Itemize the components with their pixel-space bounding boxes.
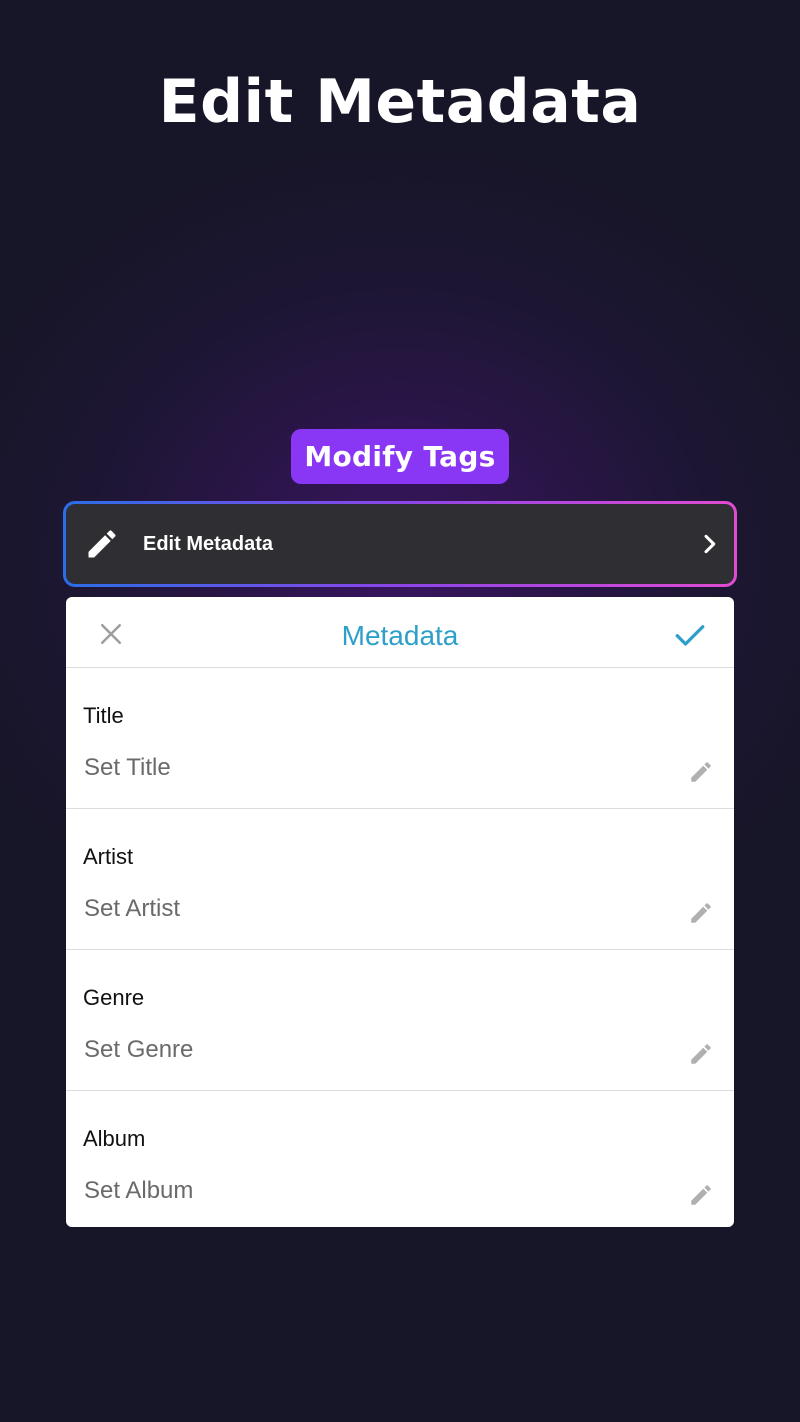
edit-metadata-label: Edit Metadata — [143, 533, 274, 555]
chevron-right-icon — [704, 534, 716, 554]
check-icon[interactable] — [672, 617, 708, 653]
edit-pencil-icon[interactable] — [688, 1041, 714, 1067]
edit-pencil-icon[interactable] — [688, 900, 714, 926]
title-input[interactable] — [84, 754, 664, 782]
edit-metadata-row[interactable]: Edit Metadata — [66, 504, 734, 584]
edit-pencil-icon[interactable] — [688, 1182, 714, 1208]
genre-field: Genre — [66, 950, 734, 1091]
edit-metadata-row-frame: Edit Metadata — [63, 501, 737, 587]
genre-label: Genre — [83, 985, 145, 1010]
dialog-title: Metadata — [341, 620, 459, 651]
title-label: Title — [83, 703, 124, 728]
metadata-dialog: Metadata Title Artist Genre Album — [66, 597, 734, 1227]
artist-field: Artist — [66, 809, 734, 950]
pencil-icon — [88, 530, 116, 558]
album-input[interactable] — [84, 1177, 664, 1205]
album-label: Album — [83, 1126, 146, 1151]
modify-tags-badge: Modify Tags — [291, 429, 509, 484]
artist-label: Artist — [83, 844, 134, 869]
dialog-header: Metadata — [66, 597, 734, 668]
artist-input[interactable] — [84, 895, 664, 923]
album-field: Album — [66, 1091, 734, 1227]
page-headline: Edit Metadata — [158, 67, 642, 137]
edit-pencil-icon[interactable] — [688, 759, 714, 785]
title-field: Title — [66, 668, 734, 809]
genre-input[interactable] — [84, 1036, 664, 1064]
